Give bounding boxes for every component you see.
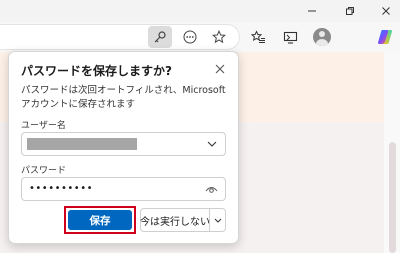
add-favorite-button[interactable]: [207, 26, 231, 48]
profile-icon: [313, 28, 331, 46]
minimize-icon: [308, 10, 316, 12]
save-password-dialog: パスワードを保存しますか? パスワードは次回オートフィルされ、Microsoft…: [8, 51, 239, 244]
favorites-icon: [250, 29, 265, 43]
restore-button[interactable]: [336, 0, 364, 22]
password-value: ••••••••••: [29, 183, 93, 194]
username-label: ユーザー名: [21, 121, 66, 131]
username-field[interactable]: [21, 132, 226, 156]
star-icon: [212, 30, 226, 44]
dialog-close-button[interactable]: [212, 61, 228, 77]
not-now-dropdown-button[interactable]: [209, 208, 226, 232]
save-button-highlight: 保存: [64, 206, 136, 234]
save-button[interactable]: 保存: [68, 210, 132, 230]
password-label: パスワード: [21, 166, 67, 176]
vertical-scrollbar[interactable]: [384, 52, 400, 253]
password-key-button[interactable]: [148, 26, 172, 48]
username-redacted-value: [27, 138, 137, 150]
restore-icon: [346, 7, 354, 15]
close-icon: [382, 7, 390, 15]
favorites-button[interactable]: [245, 25, 271, 49]
collections-button[interactable]: [277, 25, 303, 49]
password-field[interactable]: ••••••••••: [21, 177, 226, 201]
username-dropdown-button[interactable]: [205, 137, 219, 151]
scrollbar-thumb[interactable]: [389, 142, 396, 253]
address-bar[interactable]: [0, 24, 240, 50]
not-now-button[interactable]: 今は実行しない: [140, 208, 210, 232]
copilot-button[interactable]: [372, 25, 398, 49]
minimize-button[interactable]: [298, 0, 326, 22]
close-icon: [215, 64, 225, 74]
copilot-icon: [378, 30, 392, 44]
eye-icon: [205, 186, 217, 193]
profile-button[interactable]: [309, 25, 335, 49]
key-icon: [154, 31, 166, 43]
show-password-button[interactable]: [204, 183, 218, 195]
dialog-title: パスワードを保存しますか?: [21, 64, 172, 78]
more-icon: [183, 30, 197, 44]
close-window-button[interactable]: [372, 0, 400, 22]
title-bar: [0, 0, 400, 22]
collections-icon: [283, 31, 297, 44]
chevron-down-icon: [207, 141, 217, 147]
chevron-down-icon: [214, 218, 221, 223]
more-options-button[interactable]: [178, 26, 202, 48]
dialog-description: パスワードは次回オートフィルされ、Microsoft アカウントに保存されます: [21, 85, 226, 110]
